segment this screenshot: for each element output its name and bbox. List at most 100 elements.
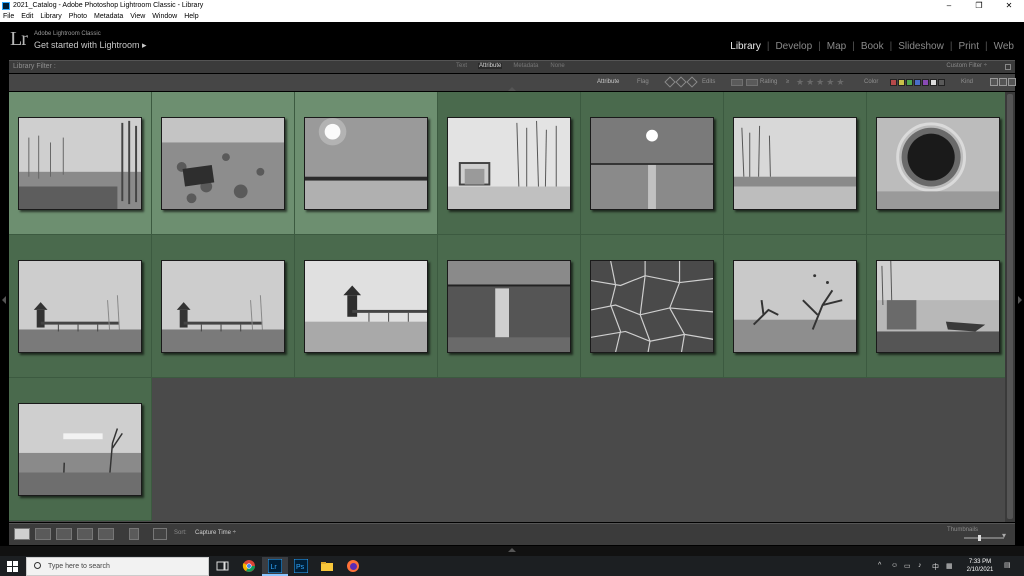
- task-view-icon[interactable]: [216, 559, 230, 573]
- grid-cell[interactable]: [295, 235, 438, 378]
- file-explorer-icon[interactable]: [320, 559, 334, 573]
- filter-preset-dropdown[interactable]: Custom Filter ÷: [946, 63, 987, 69]
- star-icon[interactable]: ★: [816, 77, 824, 88]
- loupe-view-button[interactable]: [35, 528, 51, 540]
- filter-tab-text[interactable]: Text: [455, 63, 468, 69]
- module-print[interactable]: Print: [958, 41, 979, 52]
- star-icon[interactable]: ★: [836, 77, 844, 88]
- color-label-swatch[interactable]: [906, 79, 913, 86]
- virtual-copy-icon[interactable]: [999, 78, 1007, 86]
- expand-filmstrip-arrow-icon[interactable]: [508, 548, 516, 552]
- module-develop[interactable]: Develop: [775, 41, 812, 52]
- survey-view-button[interactable]: [77, 528, 93, 540]
- maximize-button[interactable]: ❐: [964, 0, 994, 11]
- grid-cell[interactable]: [438, 235, 581, 378]
- notification-icon[interactable]: ▤: [1004, 561, 1011, 569]
- filter-tab-none[interactable]: None: [549, 63, 565, 69]
- photo-thumbnail[interactable]: [733, 260, 857, 353]
- module-library[interactable]: Library: [730, 41, 761, 52]
- photo-thumbnail[interactable]: [590, 117, 714, 210]
- menu-edit[interactable]: Edit: [21, 13, 33, 20]
- thumbnail-size-slider[interactable]: [964, 535, 1004, 541]
- color-label-swatch[interactable]: [938, 79, 945, 86]
- lock-icon[interactable]: [1005, 64, 1011, 70]
- grid-cell[interactable]: [581, 235, 724, 378]
- compare-view-button[interactable]: [56, 528, 72, 540]
- grid-cell[interactable]: [295, 92, 438, 235]
- photo-thumbnail[interactable]: [447, 260, 571, 353]
- minimize-button[interactable]: –: [934, 0, 964, 11]
- menu-metadata[interactable]: Metadata: [94, 13, 123, 20]
- menu-window[interactable]: Window: [152, 13, 177, 20]
- master-photo-icon[interactable]: [990, 78, 998, 86]
- menu-library[interactable]: Library: [40, 13, 61, 20]
- module-book[interactable]: Book: [861, 41, 884, 52]
- grid-view-button[interactable]: [14, 528, 30, 540]
- unedited-filter-icon[interactable]: [746, 79, 758, 86]
- filter-tab-metadata[interactable]: Metadata: [512, 63, 539, 69]
- color-label-swatch[interactable]: [930, 79, 937, 86]
- grid-scrollbar[interactable]: [1005, 92, 1015, 522]
- people-view-button[interactable]: [98, 528, 114, 540]
- video-icon[interactable]: [1008, 78, 1016, 86]
- edited-filter-icon[interactable]: [731, 79, 743, 86]
- photo-thumbnail[interactable]: [18, 117, 142, 210]
- expand-right-panel-icon[interactable]: [1018, 296, 1022, 304]
- grid-cell[interactable]: [9, 235, 152, 378]
- reject-flag-icon[interactable]: [686, 76, 698, 88]
- grid-cell[interactable]: [438, 92, 581, 235]
- color-label-swatch[interactable]: [898, 79, 905, 86]
- photo-thumbnail[interactable]: [304, 117, 428, 210]
- lightroom-taskbar-icon[interactable]: Lr: [267, 558, 283, 574]
- unflagged-icon[interactable]: [675, 76, 687, 88]
- chevron-down-icon[interactable]: ▾: [1002, 531, 1006, 540]
- taskbar-search-box[interactable]: Type here to search: [26, 557, 209, 576]
- photo-thumbnail[interactable]: [161, 260, 285, 353]
- pick-flag-icon[interactable]: [664, 76, 676, 88]
- photoshop-taskbar-icon[interactable]: Ps: [293, 558, 309, 574]
- get-started-link[interactable]: Get started with Lightroom ▸: [34, 40, 147, 51]
- filter-tab-attribute[interactable]: Attribute: [478, 63, 503, 69]
- photo-thumbnail[interactable]: [161, 117, 285, 210]
- module-web[interactable]: Web: [994, 41, 1014, 52]
- sort-direction-icon[interactable]: [153, 528, 167, 540]
- photo-thumbnail[interactable]: [876, 117, 1000, 210]
- photo-thumbnail[interactable]: [447, 117, 571, 210]
- battery-icon[interactable]: ▭: [904, 562, 911, 570]
- menu-view[interactable]: View: [130, 13, 145, 20]
- grid-cell[interactable]: [9, 92, 152, 235]
- menu-help[interactable]: Help: [184, 13, 198, 20]
- chevron-up-icon[interactable]: ^: [878, 562, 881, 569]
- star-icon[interactable]: ★: [826, 77, 834, 88]
- expand-left-panel-icon[interactable]: [2, 296, 6, 304]
- color-label-swatch[interactable]: [890, 79, 897, 86]
- people-icon[interactable]: ☺: [891, 562, 898, 569]
- star-icon[interactable]: ★: [796, 77, 804, 88]
- module-map[interactable]: Map: [827, 41, 846, 52]
- painter-icon[interactable]: [129, 528, 139, 540]
- photo-thumbnail[interactable]: [590, 260, 714, 353]
- language-icon[interactable]: 中: [932, 562, 939, 572]
- grid-cell[interactable]: [9, 378, 152, 521]
- grid-cell[interactable]: [724, 92, 867, 235]
- chrome-icon[interactable]: [242, 559, 256, 573]
- color-label-swatch[interactable]: [914, 79, 921, 86]
- photo-thumbnail[interactable]: [876, 260, 1000, 353]
- grid-cell[interactable]: [152, 235, 295, 378]
- grid-cell[interactable]: [867, 235, 1010, 378]
- menu-photo[interactable]: Photo: [69, 13, 87, 20]
- scrollbar-thumb[interactable]: [1007, 94, 1013, 519]
- ime-icon[interactable]: ▦: [946, 562, 953, 570]
- volume-icon[interactable]: ♪: [918, 562, 922, 569]
- firefox-icon[interactable]: [346, 559, 360, 573]
- photo-thumbnail[interactable]: [733, 117, 857, 210]
- collapse-top-arrow-icon[interactable]: [508, 87, 516, 91]
- star-icon[interactable]: ★: [806, 77, 814, 88]
- menu-file[interactable]: File: [3, 13, 14, 20]
- color-label-swatch[interactable]: [922, 79, 929, 86]
- close-button[interactable]: ✕: [994, 0, 1024, 11]
- grid-cell[interactable]: [867, 92, 1010, 235]
- photo-thumbnail[interactable]: [18, 403, 142, 496]
- taskbar-clock[interactable]: 7:33 PM 2/10/2021: [960, 558, 1000, 574]
- module-slideshow[interactable]: Slideshow: [898, 41, 944, 52]
